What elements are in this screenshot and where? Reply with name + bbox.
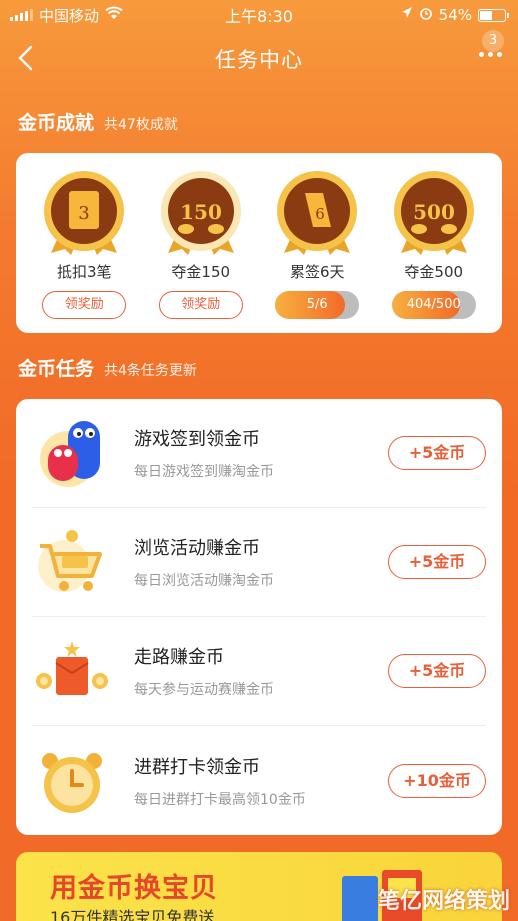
task-description: 每日浏览活动赚淘金币 bbox=[134, 573, 274, 589]
task-title: 进群打卡领金币 bbox=[134, 756, 260, 778]
svg-text:3: 3 bbox=[79, 203, 90, 224]
location-icon bbox=[401, 6, 413, 24]
task-title: 游戏签到领金币 bbox=[134, 429, 260, 450]
task-title: 浏览活动赚金币 bbox=[134, 538, 260, 559]
alarm-status-icon bbox=[419, 6, 433, 24]
task-row: 走路赚金币 每天参与运动赛赚金币 +5金币 bbox=[32, 617, 486, 726]
game-characters-icon bbox=[34, 415, 110, 491]
battery-icon bbox=[478, 8, 509, 22]
task-row: 浏览活动赚金币 每日浏览活动赚淘金币 +5金币 bbox=[32, 508, 486, 617]
achievement-item[interactable]: 500 夺金500 404/500 bbox=[379, 167, 489, 333]
carrier-label: 中国移动 bbox=[39, 6, 100, 25]
signal-icon bbox=[10, 9, 33, 21]
reward-button[interactable]: +5金币 bbox=[388, 436, 486, 470]
page-title: 任务中心 bbox=[215, 48, 303, 72]
claim-reward-button[interactable]: 领奖励 bbox=[158, 291, 243, 319]
reward-button[interactable]: +5金币 bbox=[388, 654, 486, 688]
svg-text:500: 500 bbox=[413, 200, 455, 224]
reward-button[interactable]: +10金币 bbox=[388, 763, 486, 798]
coin-500-medal-icon: 500 bbox=[389, 167, 479, 255]
achievements-header: 金币成就 共47枚成就 bbox=[18, 108, 178, 135]
banner-subtitle: 16万件精选宝贝免费送 bbox=[50, 908, 215, 921]
svg-text:6: 6 bbox=[315, 205, 325, 223]
claim-reward-button[interactable]: 领奖励 bbox=[42, 291, 127, 319]
red-envelope-icon bbox=[34, 633, 110, 709]
battery-percent: 54% bbox=[438, 6, 472, 24]
alarm-clock-icon bbox=[34, 743, 110, 819]
task-row: 进群打卡领金币 每日进群打卡最高领10金币 +10金币 bbox=[32, 726, 486, 835]
achievement-progress-bar: 404/500 bbox=[391, 291, 476, 319]
progress-label: 404/500 bbox=[406, 297, 461, 312]
coin-150-medal-icon: 150 bbox=[156, 167, 246, 255]
wifi-icon bbox=[105, 6, 123, 24]
achievement-name: 夺金150 bbox=[171, 263, 231, 281]
nav-bar: 任务中心 3 bbox=[0, 30, 518, 86]
banner-title: 用金币换宝贝 bbox=[50, 873, 218, 904]
reward-button[interactable]: +5金币 bbox=[388, 545, 486, 579]
progress-label: 5/6 bbox=[306, 297, 328, 312]
more-button[interactable] bbox=[479, 52, 502, 57]
watermark: 笔亿网络策划 bbox=[377, 889, 510, 914]
task-description: 每日游戏签到赚淘金币 bbox=[134, 464, 274, 480]
svg-text:150: 150 bbox=[180, 200, 222, 224]
achievements-card: 3 抵扣3笔 领奖励 150 夺金150 领奖励 6 累签6天 5/6 500 … bbox=[16, 153, 502, 333]
task-description: 每天参与运动赛赚金币 bbox=[134, 682, 274, 698]
achievement-name: 抵扣3笔 bbox=[56, 263, 112, 281]
tasks-header: 金币任务 共4条任务更新 bbox=[18, 354, 197, 381]
shopping-cart-icon bbox=[34, 524, 110, 600]
tasks-count: 共4条任务更新 bbox=[104, 363, 197, 379]
task-description: 每日进群打卡最高领10金币 bbox=[134, 791, 306, 808]
achievement-name: 夺金500 bbox=[404, 263, 464, 281]
ticket-medal-icon: 3 bbox=[39, 167, 129, 255]
achievement-item[interactable]: 6 累签6天 5/6 bbox=[262, 167, 372, 333]
task-title: 走路赚金币 bbox=[134, 647, 224, 668]
achievement-item[interactable]: 3 抵扣3笔 领奖励 bbox=[29, 167, 139, 333]
status-bar: 中国移动 上午8:30 54% bbox=[0, 0, 518, 30]
achievement-item[interactable]: 150 夺金150 领奖励 bbox=[146, 167, 256, 333]
achievement-name: 累签6天 bbox=[289, 263, 345, 281]
notification-badge: 3 bbox=[482, 30, 504, 52]
clock: 上午8:30 bbox=[225, 7, 293, 26]
achievements-count: 共47枚成就 bbox=[104, 117, 178, 133]
task-row: 游戏签到领金币 每日游戏签到赚淘金币 +5金币 bbox=[32, 399, 486, 508]
achievement-progress-bar: 5/6 bbox=[275, 291, 360, 319]
tasks-card: 游戏签到领金币 每日游戏签到赚淘金币 +5金币 浏览活动赚金币 每日浏览活动赚淘… bbox=[16, 399, 502, 835]
sign-in-medal-icon: 6 bbox=[272, 167, 362, 255]
tasks-title: 金币任务 bbox=[18, 358, 95, 380]
achievements-title: 金币成就 bbox=[18, 112, 95, 134]
